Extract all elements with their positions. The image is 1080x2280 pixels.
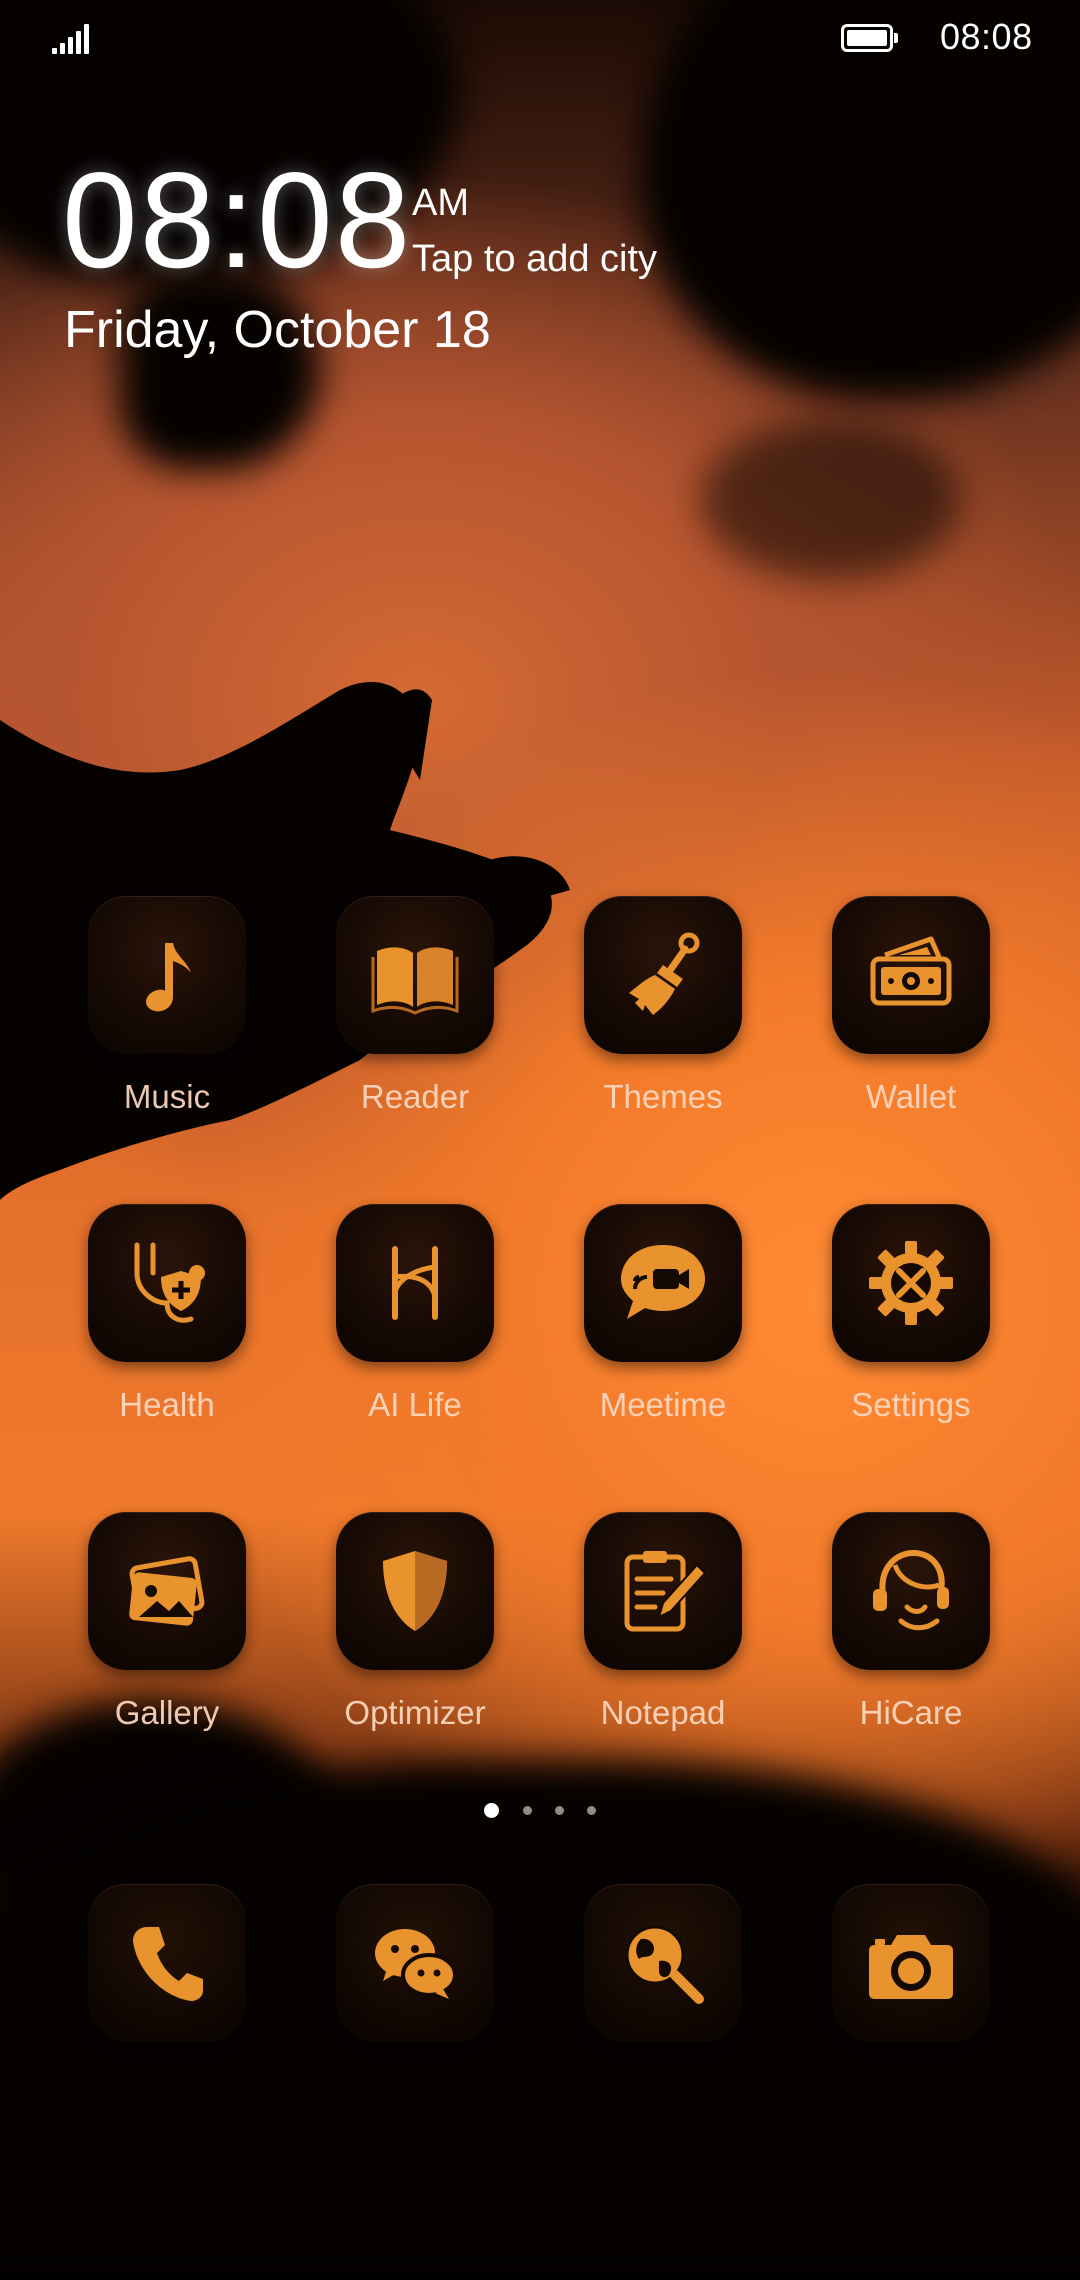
app-reader[interactable]: Reader — [278, 896, 518, 1136]
status-time: 08:08 — [940, 16, 1033, 57]
app-ai-life[interactable]: AI Life — [278, 1204, 518, 1444]
app-label: Music — [123, 1078, 211, 1115]
battery-icon — [841, 24, 899, 52]
app-hicare[interactable]: HiCare — [774, 1512, 1014, 1752]
app-label: AI Life — [368, 1386, 462, 1423]
clock-time[interactable]: 08:08 — [62, 150, 412, 290]
dock-phone[interactable] — [30, 1884, 270, 2124]
app-music[interactable]: Music — [30, 896, 270, 1136]
app-label: Gallery — [114, 1694, 220, 1731]
wallet-icon — [870, 936, 952, 1006]
camera-icon — [869, 1935, 953, 1999]
page-dot-4[interactable] — [587, 1806, 596, 1815]
clock-date[interactable]: Friday, October 18 — [64, 300, 491, 360]
app-label: HiCare — [859, 1694, 963, 1731]
add-city-prompt[interactable]: Tap to add city — [412, 238, 657, 281]
app-themes[interactable]: Themes — [526, 896, 766, 1136]
chat-bubbles-icon — [375, 1929, 457, 1999]
dock-camera[interactable] — [774, 1884, 1014, 2124]
gear-icon — [869, 1241, 953, 1325]
app-tile[interactable] — [336, 1884, 494, 2042]
globe-search-icon — [625, 1925, 704, 2004]
app-tile[interactable] — [584, 1204, 742, 1362]
ai-life-icon — [392, 1246, 438, 1320]
app-tile[interactable] — [88, 1204, 246, 1362]
page-dot-2[interactable] — [523, 1806, 532, 1815]
app-tile[interactable] — [88, 1884, 246, 2042]
app-tile[interactable] — [584, 1884, 742, 2042]
app-tile[interactable] — [336, 896, 494, 1054]
dock-browser[interactable] — [526, 1884, 766, 2124]
app-settings[interactable]: Settings — [774, 1204, 1014, 1444]
dock-chat[interactable] — [278, 1884, 518, 2124]
paint-brush-icon — [629, 932, 700, 1015]
health-icon — [134, 1242, 205, 1323]
phone-icon — [133, 1927, 203, 2001]
notepad-icon — [624, 1551, 707, 1632]
app-label: Meetime — [599, 1386, 727, 1423]
app-label: Optimizer — [344, 1694, 486, 1731]
support-headset-icon — [873, 1549, 949, 1631]
music-note-icon — [146, 943, 191, 1012]
app-meetime[interactable]: Meetime — [526, 1204, 766, 1444]
app-tile[interactable] — [832, 1512, 990, 1670]
app-tile[interactable] — [88, 896, 246, 1054]
page-indicator[interactable] — [0, 1802, 1080, 1822]
page-dot-1[interactable] — [484, 1803, 499, 1818]
shield-icon — [383, 1551, 447, 1631]
app-tile[interactable] — [832, 896, 990, 1054]
app-label: Notepad — [600, 1694, 726, 1731]
book-icon — [371, 947, 459, 1015]
app-optimizer[interactable]: Optimizer — [278, 1512, 518, 1752]
status-bar: 08:08 — [0, 0, 1080, 76]
app-wallet[interactable]: Wallet — [774, 896, 1014, 1136]
app-tile[interactable] — [832, 1884, 990, 2042]
app-label: Themes — [603, 1078, 723, 1115]
video-chat-icon — [621, 1245, 705, 1319]
app-tile[interactable] — [584, 896, 742, 1054]
signal-strength-icon — [52, 22, 92, 54]
app-gallery[interactable]: Gallery — [30, 1512, 270, 1752]
app-tile[interactable] — [832, 1204, 990, 1362]
app-label: Settings — [851, 1386, 971, 1423]
app-tile[interactable] — [336, 1512, 494, 1670]
app-tile[interactable] — [88, 1512, 246, 1670]
page-dot-3[interactable] — [555, 1806, 564, 1815]
app-health[interactable]: Health — [30, 1204, 270, 1444]
app-tile[interactable] — [584, 1512, 742, 1670]
app-label: Wallet — [865, 1078, 957, 1115]
clock-widget[interactable]: 08:08 AM Tap to add city Friday, October… — [62, 150, 782, 370]
clock-ampm: AM — [412, 182, 469, 224]
app-label: Reader — [360, 1078, 470, 1115]
app-notepad[interactable]: Notepad — [526, 1512, 766, 1752]
app-label: Health — [119, 1386, 215, 1423]
gallery-icon — [129, 1556, 205, 1626]
app-tile[interactable] — [336, 1204, 494, 1362]
